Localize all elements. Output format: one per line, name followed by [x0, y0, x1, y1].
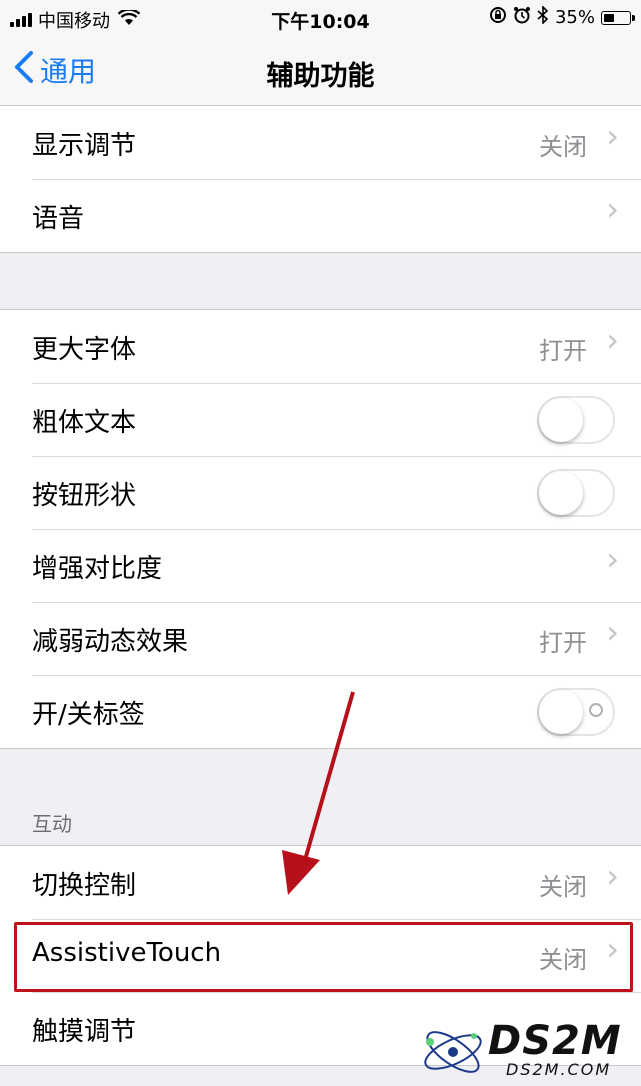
annotation-arrow-icon	[282, 691, 355, 895]
atom-logo-icon	[424, 1031, 482, 1073]
watermark-text: DS2M	[488, 1018, 622, 1064]
watermark-subtext: DS2M.COM	[506, 1060, 612, 1079]
watermark-logo: DS2M DS2M.COM	[418, 1018, 638, 1084]
